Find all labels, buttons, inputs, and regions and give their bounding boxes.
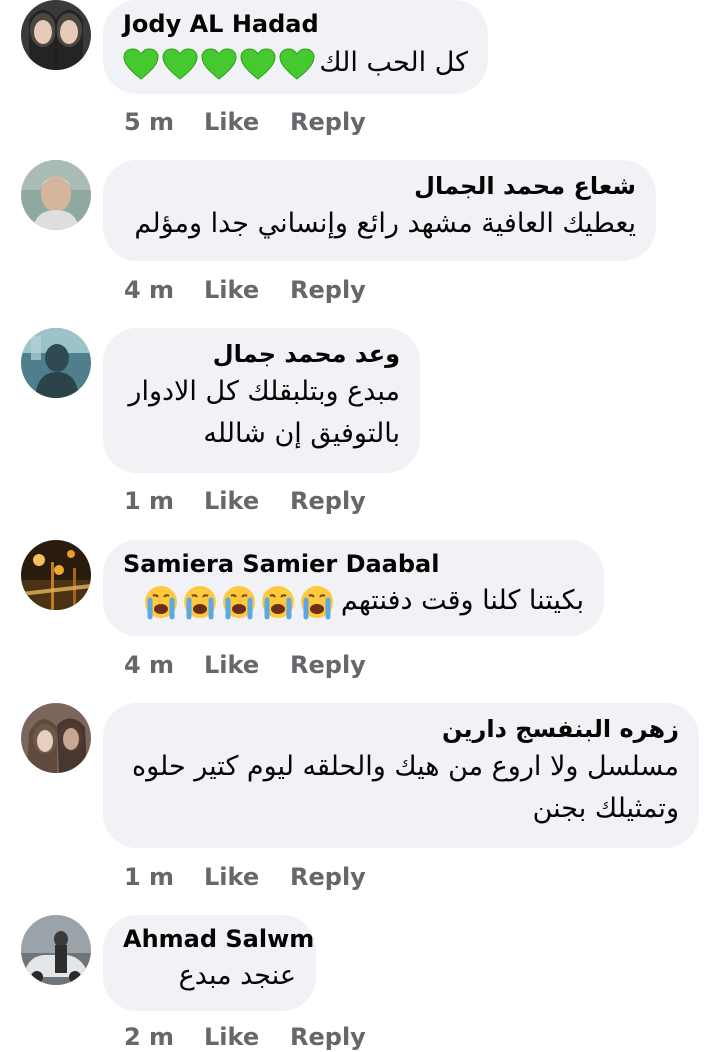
like-button[interactable]: Like (204, 275, 290, 305)
like-button[interactable]: Like (204, 1022, 290, 1052)
comment-actions: 1 m Like Reply (124, 486, 366, 516)
comment-text-line: بالتوفيق إن شالله (203, 418, 400, 449)
crying-face-icon (183, 585, 216, 619)
comment-actions: 2 m Like Reply (124, 1022, 366, 1052)
reply-button[interactable]: Reply (290, 650, 366, 680)
comment-time[interactable]: 1 m (124, 486, 204, 516)
emoji-row (143, 584, 335, 620)
avatar[interactable] (21, 0, 91, 70)
comment-actions: 5 m Like Reply (124, 107, 366, 137)
avatar[interactable] (21, 540, 91, 610)
comment-author[interactable]: Ahmad Salwm (123, 924, 314, 954)
crying-face-icon (144, 585, 177, 619)
avatar[interactable] (21, 915, 91, 985)
comment-text-line: وتمثيلك بجنن (532, 793, 679, 824)
like-button[interactable]: Like (204, 862, 290, 892)
comment-time[interactable]: 4 m (124, 275, 204, 305)
like-button[interactable]: Like (204, 107, 290, 137)
comment-text-line: مبدع وبتلبقلك كل الادوار (128, 376, 400, 407)
like-button[interactable]: Like (204, 486, 290, 516)
avatar[interactable] (21, 703, 91, 773)
comment-author[interactable]: شعاع محمد الجمال (123, 171, 636, 201)
emoji-row (123, 47, 315, 80)
comment-text: كل الحب الك (123, 42, 468, 84)
comment-author[interactable]: Samiera Samier Daabal (123, 549, 584, 579)
comment-actions: 4 m Like Reply (124, 650, 366, 680)
green-heart-icon (123, 47, 159, 80)
reply-button[interactable]: Reply (290, 275, 366, 305)
avatar[interactable] (21, 160, 91, 230)
reply-button[interactable]: Reply (290, 107, 366, 137)
comment-bubble: Jody AL Hadad كل الحب الك (103, 0, 488, 94)
green-heart-icon (240, 47, 276, 80)
crying-face-icon (222, 585, 255, 619)
green-heart-icon (279, 47, 315, 80)
like-button[interactable]: Like (204, 650, 290, 680)
comment-text: بكيتنا كلنا وقت دفنتهم (123, 580, 584, 622)
green-heart-icon (162, 47, 198, 80)
comment-time[interactable]: 5 m (124, 107, 204, 137)
comment-time[interactable]: 2 m (124, 1022, 204, 1052)
reply-button[interactable]: Reply (290, 862, 366, 892)
comment-text-body: بكيتنا كلنا وقت دفنتهم (340, 585, 584, 616)
reply-button[interactable]: Reply (290, 486, 366, 516)
comment-bubble: زهره البنفسج دارين مسلسل ولا اروع من هيك… (103, 703, 699, 848)
comment-bubble: شعاع محمد الجمال يعطيك العافية مشهد رائع… (103, 160, 656, 261)
comment-author[interactable]: Jody AL Hadad (123, 9, 468, 39)
comment-text: عنجد مبدع (178, 960, 296, 991)
comment-author[interactable]: وعد محمد جمال (123, 339, 400, 369)
comment-actions: 4 m Like Reply (124, 275, 366, 305)
green-heart-icon (201, 47, 237, 80)
comment-bubble: Ahmad Salwm عنجد مبدع (103, 915, 316, 1011)
crying-face-icon (261, 585, 294, 619)
comment-bubble: Samiera Samier Daabal بكيتنا كلنا وقت دف… (103, 540, 604, 636)
comment-time[interactable]: 4 m (124, 650, 204, 680)
comment-text-body: كل الحب الك (319, 47, 468, 78)
comment-text-line: مسلسل ولا اروع من هيك والحلقه ليوم كتير … (131, 751, 679, 782)
comment-text: يعطيك العافية مشهد رائع وإنساني جدا ومؤل… (134, 208, 636, 239)
crying-face-icon (300, 585, 333, 619)
reply-button[interactable]: Reply (290, 1022, 366, 1052)
avatar[interactable] (21, 328, 91, 398)
comment-bubble: وعد محمد جمال مبدع وبتلبقلك كل الادوار ب… (103, 328, 420, 473)
comment-actions: 1 m Like Reply (124, 862, 366, 892)
comment-time[interactable]: 1 m (124, 862, 204, 892)
comment-author[interactable]: زهره البنفسج دارين (123, 714, 679, 744)
